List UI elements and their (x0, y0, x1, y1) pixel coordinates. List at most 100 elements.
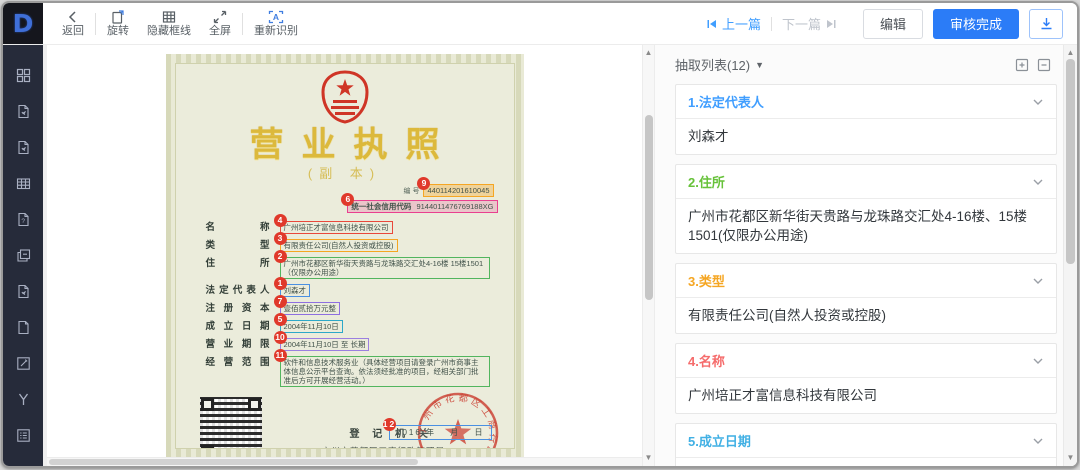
toolbar-right-group: 上一篇 下一篇 编辑 审核完成 (706, 3, 1077, 44)
business-license-image[interactable]: 营业执照 (副 本) 编 号 9 440114201610045 6 统一社会信… (165, 54, 524, 457)
field-annotation-box[interactable]: 7 壹佰贰拾万元整 (273, 295, 340, 315)
field-card-value[interactable]: 广州培正才富信息科技有限公司 (676, 378, 1056, 413)
viewer-scrollbar[interactable]: ▲ ▼ (642, 45, 655, 466)
sidebar-item-tables[interactable] (3, 165, 43, 201)
sidebar-item-unknown-doc[interactable]: ? (3, 201, 43, 237)
fullscreen-button[interactable]: 全屏 (200, 3, 240, 45)
sidebar-item-pdf-doc-1[interactable] (3, 93, 43, 129)
previous-doc-button[interactable]: 上一篇 (706, 14, 761, 33)
credit-value: 9144011476769188XG (416, 202, 494, 211)
sidebar-item-form-list[interactable] (3, 417, 43, 453)
license-inner: 营业执照 (副 本) 编 号 9 440114201610045 6 统一社会信… (174, 63, 515, 449)
logo-letter: D (12, 9, 34, 38)
chevron-down-icon[interactable] (1032, 176, 1044, 188)
field-card-header[interactable]: 2.住所 (676, 165, 1056, 199)
expand-all-icon[interactable] (1015, 58, 1029, 72)
official-seal: 广州市花都区工商行政管理局 (407, 381, 502, 448)
field-card-label: 2.住所 (688, 175, 725, 190)
hide-lines-button[interactable]: 隐藏框线 (138, 3, 200, 45)
panel-scrollbar-thumb[interactable] (1066, 59, 1075, 264)
hide-lines-label: 隐藏框线 (147, 24, 191, 37)
field-value: 广州培正才富信息科技有限公司 (283, 223, 389, 232)
chevron-down-icon[interactable] (1032, 435, 1044, 447)
scroll-up-arrow[interactable]: ▲ (643, 47, 654, 59)
pdf-file-icon (17, 140, 29, 154)
download-button[interactable] (1029, 8, 1063, 39)
chevron-down-icon[interactable] (1032, 96, 1044, 108)
serial-annotation-box[interactable]: 9 440114201610045 (417, 177, 494, 197)
sidebar-item-file[interactable] (3, 309, 43, 345)
document-viewer: 营业执照 (副 本) 编 号 9 440114201610045 6 统一社会信… (43, 45, 642, 466)
national-emblem (190, 70, 500, 124)
field-card-header[interactable]: 4.名称 (676, 344, 1056, 378)
svg-text:A: A (273, 12, 279, 22)
extraction-field-card: 1.法定代表人 刘森才 (675, 84, 1057, 155)
rerecognize-label: 重新识别 (254, 24, 298, 37)
field-card-value[interactable]: 刘森才 (676, 119, 1056, 154)
license-field-row: 类型 3 有限责任公司(自然人投资或控股) (206, 232, 500, 252)
fullscreen-icon (213, 10, 227, 23)
sidebar-item-dashboard[interactable] (3, 57, 43, 93)
field-card-label: 4.名称 (688, 354, 725, 369)
field-value: 软件和信息技术服务业（具体经营项目请登录广州市商事主体信息公示平台查询。依法须经… (283, 358, 479, 385)
caret-down-icon[interactable]: ▼ (755, 60, 764, 70)
panel-scrollbar[interactable]: ▲ ▼ (1063, 45, 1077, 466)
left-sidebar: ? (3, 45, 43, 466)
field-annotation-box[interactable]: 3 有限责任公司(自然人投资或控股) (273, 232, 398, 252)
license-field-row: 成立日期 5 2004年11月10日 (206, 313, 500, 333)
field-annotation-box[interactable]: 4 广州培正才富信息科技有限公司 (273, 214, 393, 234)
sidebar-item-workflow[interactable] (3, 381, 43, 417)
sidebar-item-pdf-doc-3[interactable] (3, 273, 43, 309)
field-label: 法定代表人 (205, 285, 270, 296)
license-field-row: 营业期限 10 2004年11月10日 至 长期 (205, 331, 500, 351)
field-annotation-box[interactable]: 11 软件和信息技术服务业（具体经营项目请登录广州市商事主体信息公示平台查询。依法… (273, 349, 490, 387)
pdf-file-icon (17, 104, 29, 118)
license-field-row: 法定代表人 1 刘森才 (205, 277, 500, 297)
field-annotation-box[interactable]: 5 2004年11月10日 (273, 313, 343, 333)
collapse-all-icon[interactable] (1037, 58, 1051, 72)
field-label: 营业期限 (205, 339, 270, 350)
sidebar-item-pdf-doc-2[interactable] (3, 129, 43, 165)
horizontal-scrollbar[interactable] (47, 457, 642, 466)
field-card-header[interactable]: 5.成立日期 (676, 424, 1056, 458)
credit-annotation-box[interactable]: 6 统一社会信用代码 9144011476769188XG (341, 193, 498, 213)
rerecognize-button[interactable]: A 重新识别 (245, 3, 307, 45)
field-card-value[interactable]: 2004年11月10日 (676, 458, 1056, 466)
scroll-down-arrow[interactable]: ▼ (643, 452, 654, 464)
chevron-down-icon[interactable] (1032, 275, 1044, 287)
sidebar-item-batch[interactable] (3, 237, 43, 273)
edit-button[interactable]: 编辑 (862, 8, 923, 39)
license-date-row: 12 2016 年 月 日 (383, 418, 492, 440)
approve-button[interactable]: 审核完成 (932, 8, 1019, 39)
recognize-text-icon: A (268, 10, 284, 23)
back-button[interactable]: 返回 (53, 3, 93, 45)
date-value: 2016 年 月 日 (396, 428, 485, 437)
field-card-header[interactable]: 1.法定代表人 (676, 85, 1056, 119)
field-card-header[interactable]: 3.类型 (676, 264, 1056, 298)
viewer-scrollbar-thumb[interactable] (645, 115, 653, 300)
qr-code (199, 397, 262, 448)
field-card-value[interactable]: 广州市花都区新华街天贵路与龙珠路交汇处4-16楼、15楼1501(仅限办公用途) (676, 199, 1056, 253)
horizontal-scrollbar-thumb[interactable] (49, 459, 418, 465)
annotation-badge: 2 (273, 250, 287, 263)
field-card-value[interactable]: 有限责任公司(自然人投资或控股) (676, 298, 1056, 333)
license-field-row: 注册资本 7 壹佰贰拾万元整 (206, 295, 500, 315)
field-annotation-box[interactable]: 2 广州市花都区新华街天贵路与龙珠路交汇处4-16楼 15楼1501（仅限办公用途… (273, 250, 490, 279)
extraction-field-card: 4.名称 广州培正才富信息科技有限公司 (675, 343, 1057, 414)
field-label: 名称 (205, 222, 270, 233)
next-doc-button[interactable]: 下一篇 (782, 14, 837, 33)
date-annotation-box[interactable]: 12 2016 年 月 日 (383, 418, 492, 440)
sidebar-item-edit-template[interactable] (3, 345, 43, 381)
scroll-up-arrow[interactable]: ▲ (1064, 47, 1077, 59)
annotation-badge: 10 (273, 331, 287, 344)
rotate-button[interactable]: 旋转 (98, 3, 138, 45)
field-annotation-box[interactable]: 10 2004年11月10日 至 长期 (273, 331, 370, 351)
chevron-down-icon[interactable] (1032, 355, 1044, 367)
scroll-down-arrow[interactable]: ▼ (1064, 452, 1077, 464)
license-credit-row: 6 统一社会信用代码 9144011476769188XG (190, 193, 500, 213)
copy-pages-icon (16, 248, 30, 262)
document-page: 营业执照 (副 本) 编 号 9 440114201610045 6 统一社会信… (47, 45, 642, 457)
credit-label: 统一社会信用代码 (351, 202, 412, 211)
field-label: 经营范围 (205, 357, 270, 368)
field-annotation-box[interactable]: 1 刘森才 (273, 277, 310, 297)
